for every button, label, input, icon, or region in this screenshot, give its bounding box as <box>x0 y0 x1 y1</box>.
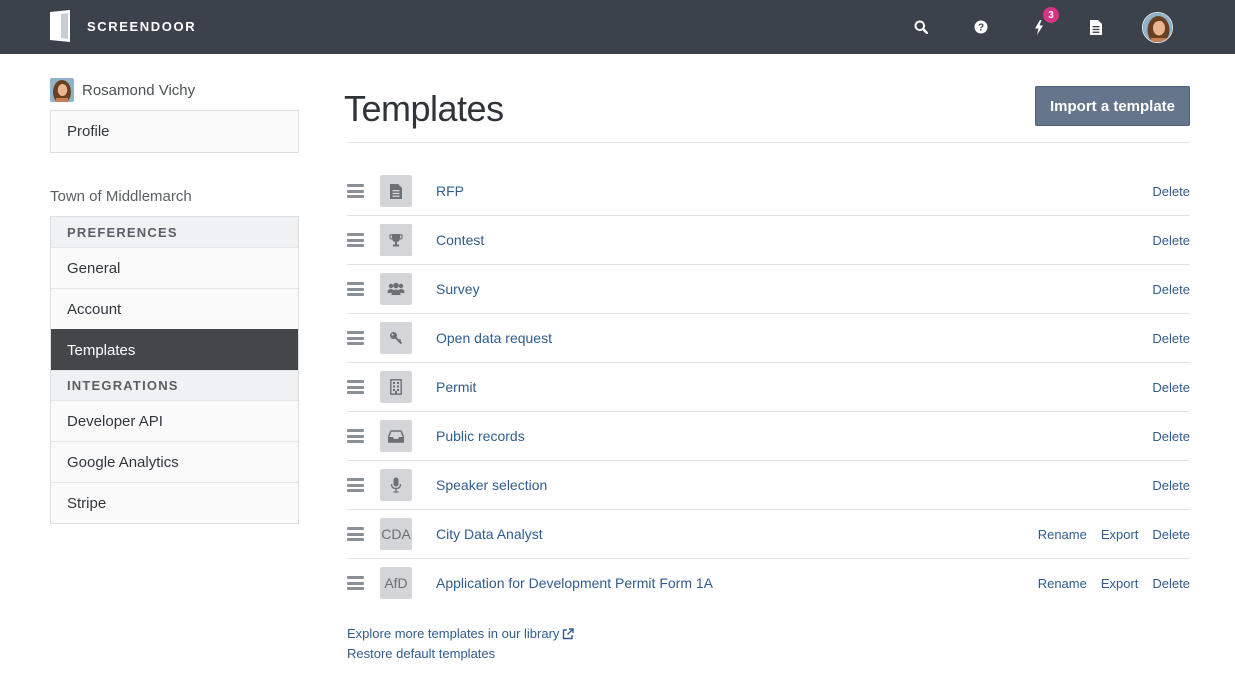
external-link-icon <box>563 628 575 640</box>
rename-link[interactable]: Rename <box>1038 576 1087 591</box>
template-name-link[interactable]: RFP <box>436 183 464 199</box>
delete-link[interactable]: Delete <box>1152 184 1190 199</box>
template-row: Public records Delete <box>347 412 1190 461</box>
delete-link[interactable]: Delete <box>1152 429 1190 444</box>
drag-handle-icon[interactable] <box>347 429 364 443</box>
brand-link[interactable]: SCREENDOOR <box>50 10 196 42</box>
template-abbreviation: CDA <box>380 518 412 550</box>
template-name-link[interactable]: City Data Analyst <box>436 526 543 542</box>
drag-handle-icon[interactable] <box>347 478 364 492</box>
template-name-link[interactable]: Application for Development Permit Form … <box>436 575 713 591</box>
document-icon[interactable] <box>1083 14 1109 40</box>
template-row: Speaker selection Delete <box>347 461 1190 510</box>
template-actions: Delete <box>1152 380 1190 395</box>
sidebar-item-templates[interactable]: Templates <box>51 329 298 370</box>
template-actions: Delete <box>1152 233 1190 248</box>
sidebar-item-profile[interactable]: Profile <box>51 111 298 152</box>
screendoor-logo-icon <box>50 10 70 42</box>
delete-link[interactable]: Delete <box>1152 380 1190 395</box>
restore-defaults-link[interactable]: Restore default templates <box>347 644 574 664</box>
template-actions: Delete <box>1152 282 1190 297</box>
template-name-link[interactable]: Public records <box>436 428 525 444</box>
template-row: RFP Delete <box>347 167 1190 216</box>
building-icon <box>380 371 412 403</box>
template-abbreviation: AfD <box>380 567 412 599</box>
template-name-link[interactable]: Survey <box>436 281 480 297</box>
sidebar-item-google-analytics[interactable]: Google Analytics <box>51 441 298 482</box>
organization-name: Town of Middlemarch <box>50 188 192 205</box>
top-navbar: SCREENDOOR ? 3 <box>0 0 1235 54</box>
template-row: Permit Delete <box>347 363 1190 412</box>
sidebar-item-account[interactable]: Account <box>51 288 298 329</box>
key-icon <box>380 322 412 354</box>
template-name-link[interactable]: Speaker selection <box>436 477 547 493</box>
drag-handle-icon[interactable] <box>347 184 364 198</box>
template-row: Open data request Delete <box>347 314 1190 363</box>
svg-text:?: ? <box>978 23 984 34</box>
rename-link[interactable]: Rename <box>1038 527 1087 542</box>
delete-link[interactable]: Delete <box>1152 331 1190 346</box>
explore-library-link[interactable]: Explore more templates in our library <box>347 624 575 644</box>
template-row: Contest Delete <box>347 216 1190 265</box>
template-actions: Delete <box>1152 429 1190 444</box>
sidebar-item-general[interactable]: General <box>51 247 298 288</box>
delete-link[interactable]: Delete <box>1152 233 1190 248</box>
drag-handle-icon[interactable] <box>347 282 364 296</box>
explore-library-label: Explore more templates in our library <box>347 626 560 641</box>
template-actions: Delete <box>1152 478 1190 493</box>
profile-menu: Profile <box>50 110 299 153</box>
inbox-icon <box>380 420 412 452</box>
drag-handle-icon[interactable] <box>347 233 364 247</box>
delete-link[interactable]: Delete <box>1152 282 1190 297</box>
template-actions: Delete <box>1152 184 1190 199</box>
template-actions: Delete <box>1152 331 1190 346</box>
users-icon <box>380 273 412 305</box>
delete-link[interactable]: Delete <box>1152 527 1190 542</box>
divider <box>347 142 1190 143</box>
user-avatar-menu[interactable] <box>1142 12 1173 43</box>
template-row: CDA City Data Analyst Rename Export Delete <box>347 510 1190 559</box>
drag-handle-icon[interactable] <box>347 380 364 394</box>
microphone-icon <box>380 469 412 501</box>
sidebar-item-developer-api[interactable]: Developer API <box>51 400 298 441</box>
import-template-button[interactable]: Import a template <box>1035 86 1190 126</box>
footer-links: Explore more templates in our library Re… <box>347 624 575 664</box>
drag-handle-icon[interactable] <box>347 331 364 345</box>
help-icon[interactable]: ? <box>968 14 994 40</box>
template-actions: Rename Export Delete <box>1038 527 1190 542</box>
brand-name: SCREENDOOR <box>87 18 197 34</box>
user-name: Rosamond Vichy <box>82 81 196 99</box>
sidebar-user: Rosamond Vichy <box>50 78 195 102</box>
template-list: RFP Delete Contest Delete Survey Delete Open d… <box>347 167 1190 608</box>
template-row: AfD Application for Development Permit Fo… <box>347 559 1190 608</box>
document-icon <box>380 175 412 207</box>
section-header-integrations: INTEGRATIONS <box>51 370 298 400</box>
template-actions: Rename Export Delete <box>1038 576 1190 591</box>
drag-handle-icon[interactable] <box>347 576 364 590</box>
notification-badge: 3 <box>1043 7 1059 23</box>
avatar <box>50 78 74 102</box>
export-link[interactable]: Export <box>1101 576 1139 591</box>
trophy-icon <box>380 224 412 256</box>
export-link[interactable]: Export <box>1101 527 1139 542</box>
template-name-link[interactable]: Permit <box>436 379 476 395</box>
settings-menu: PREFERENCES General Account Templates IN… <box>50 216 299 524</box>
sidebar-item-stripe[interactable]: Stripe <box>51 482 298 523</box>
template-row: Survey Delete <box>347 265 1190 314</box>
page-title: Templates <box>344 88 504 129</box>
delete-link[interactable]: Delete <box>1152 576 1190 591</box>
template-name-link[interactable]: Open data request <box>436 330 552 346</box>
section-header-preferences: PREFERENCES <box>51 217 298 247</box>
drag-handle-icon[interactable] <box>347 527 364 541</box>
search-icon[interactable] <box>908 14 934 40</box>
template-name-link[interactable]: Contest <box>436 232 484 248</box>
delete-link[interactable]: Delete <box>1152 478 1190 493</box>
